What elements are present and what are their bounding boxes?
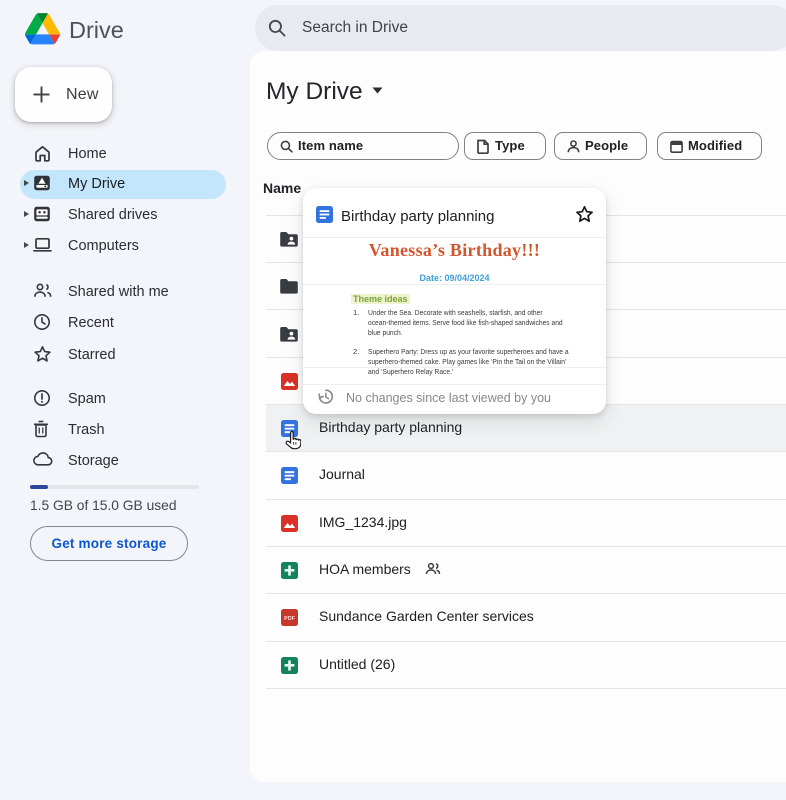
- svg-text:PDF: PDF: [284, 616, 295, 622]
